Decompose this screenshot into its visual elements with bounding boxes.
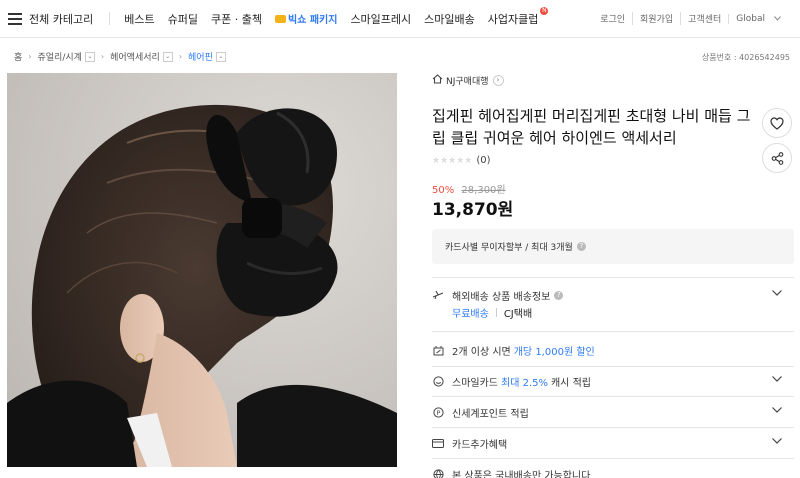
- all-categories-button[interactable]: 전체 카테고리: [29, 11, 93, 27]
- point-icon: P: [432, 406, 444, 418]
- divider: [432, 458, 794, 459]
- dropdown-icon[interactable]: ⌄: [84, 51, 95, 62]
- nav-superdeal[interactable]: 슈퍼딜: [168, 11, 198, 27]
- login-link[interactable]: 로그인: [593, 12, 632, 25]
- shipping-detail: 무료배송 CJ택배: [452, 305, 532, 320]
- nav-coupon[interactable]: 쿠폰 · 출첵: [211, 11, 262, 27]
- breadcrumb-cat2[interactable]: 헤어액세서리: [110, 50, 160, 63]
- breadcrumb-home[interactable]: 홈: [14, 50, 22, 63]
- store-icon: [432, 74, 443, 87]
- nav-best[interactable]: 베스트: [124, 11, 154, 27]
- bulk-discount-row: 2개 이상 시면 개당 1,000원 할인: [432, 341, 794, 359]
- new-badge: N: [540, 6, 549, 15]
- chevron-down-icon: [772, 374, 782, 385]
- share-button[interactable]: [762, 143, 792, 173]
- smile-icon: [432, 375, 444, 387]
- nav-smilefresh[interactable]: 스마일프레시: [350, 11, 411, 27]
- card-benefit-label: 카드추가혜택: [452, 439, 508, 451]
- share-icon: [771, 151, 783, 165]
- nav-business-club[interactable]: 사업자클럽 N: [487, 6, 549, 27]
- rating[interactable]: ★★★★★ (0): [432, 155, 491, 166]
- breadcrumb-cat1[interactable]: 쥬얼리/시계: [37, 50, 81, 63]
- divider: [432, 331, 794, 332]
- chevron-right-icon: ›: [100, 52, 105, 61]
- divider: [109, 12, 111, 25]
- free-shipping: 무료배송: [452, 309, 489, 320]
- chevron-right-icon: ›: [492, 75, 504, 86]
- info-icon[interactable]: ?: [554, 290, 564, 300]
- menu-icon[interactable]: [8, 12, 22, 25]
- installment-text: 카드사별 무이자할부 / 최대 3개월: [445, 243, 573, 253]
- signup-link[interactable]: 회원가입: [632, 12, 680, 25]
- seller-name: NJ구매대행: [446, 77, 489, 87]
- breadcrumb-cat3[interactable]: 헤어핀: [188, 50, 213, 63]
- star-icon: ★★★★★: [432, 155, 473, 166]
- shipping-info-row[interactable]: 해외배송 상품 배송정보 ?: [432, 286, 794, 304]
- product-number: 상품번호 : 4026542495: [701, 53, 790, 62]
- shinsegae-point-row[interactable]: P 신세계포인트 적립: [432, 403, 794, 421]
- divider: [432, 366, 794, 367]
- divider: [432, 277, 794, 278]
- installment-info: 카드사별 무이자할부 / 최대 3개월 ?: [432, 229, 794, 264]
- chevron-down-icon: [772, 436, 782, 447]
- chevron-down-icon: [772, 14, 788, 24]
- product-photo-illustration: [7, 73, 397, 467]
- utility-links: 로그인 회원가입 고객센터 Global: [593, 12, 788, 25]
- customer-center-link[interactable]: 고객센터: [680, 12, 728, 25]
- smilecard-rate: 최대 2.5%: [501, 377, 548, 389]
- smilecard-label: 스마일카드: [452, 377, 498, 389]
- breadcrumb: 홈 › 쥬얼리/시계 ⌄ › 헤어액세서리 ⌄ › 헤어핀 ⌄: [14, 50, 226, 63]
- shipping-title: 해외배송 상품 배송정보: [452, 291, 551, 303]
- domestic-only-row: 본 상품은 국내배송만 가능합니다: [432, 465, 794, 478]
- domestic-only-text: 본 상품은 국내배송만 가능합니다: [452, 470, 591, 478]
- shinsegae-point-label: 신세계포인트 적립: [452, 408, 529, 420]
- global-link[interactable]: Global: [728, 13, 772, 24]
- nav-promo-banner[interactable]: 빅쇼 패키지: [274, 11, 338, 26]
- sale-price: 13,870원: [432, 200, 514, 220]
- divider: [432, 396, 794, 397]
- card-benefit-row[interactable]: 카드추가혜택: [432, 434, 794, 452]
- seller-link[interactable]: NJ구매대행 ›: [432, 73, 504, 88]
- courier: CJ택배: [503, 309, 533, 320]
- wishlist-button[interactable]: [762, 108, 792, 138]
- svg-text:P: P: [436, 409, 440, 417]
- chevron-right-icon: ›: [28, 52, 32, 61]
- review-count: (0): [476, 155, 491, 166]
- top-navigation: 전체 카테고리 베스트 슈퍼딜 쿠폰 · 출첵 빅쇼 패키지 스마일프레시 스마…: [0, 0, 800, 38]
- chevron-down-icon: [772, 288, 782, 299]
- chevron-down-icon: [772, 405, 782, 416]
- price-discount-row: 50% 28,300원: [432, 181, 506, 196]
- heart-icon: [770, 116, 784, 130]
- chevron-right-icon: ›: [178, 52, 183, 61]
- airplane-icon: [432, 289, 444, 301]
- card-icon: [432, 437, 444, 449]
- divider: [432, 427, 794, 428]
- bulk-text: 2개 이상 시면: [452, 346, 511, 358]
- dropdown-icon[interactable]: ⌄: [215, 51, 226, 62]
- promo-icon: [274, 14, 286, 23]
- dropdown-icon[interactable]: ⌄: [162, 51, 173, 62]
- product-image[interactable]: [7, 73, 397, 467]
- nav-smiledelivery[interactable]: 스마일배송: [424, 11, 475, 27]
- globe-icon: [432, 468, 444, 478]
- info-icon[interactable]: ?: [576, 242, 586, 251]
- product-title: 집게핀 헤어집게핀 머리집게핀 초대형 나비 매듭 그립 클립 귀여운 헤어 하…: [432, 107, 751, 147]
- divider: [495, 308, 497, 317]
- nav-business-club-label: 사업자클럽: [487, 12, 539, 26]
- smilecard-row[interactable]: 스마일카드 최대 2.5% 캐시 적립: [432, 372, 794, 390]
- discount-icon: [432, 344, 444, 356]
- promo-label: 빅쇼 패키지: [287, 15, 338, 26]
- smilecard-suffix: 캐시 적립: [550, 377, 591, 389]
- bulk-discount: 개당 1,000원 할인: [513, 346, 595, 358]
